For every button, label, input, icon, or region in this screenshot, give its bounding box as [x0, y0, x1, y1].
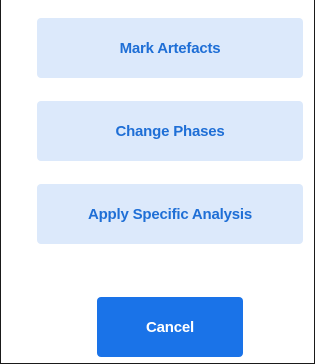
action-menu-panel: Mark Artefacts Change Phases Apply Speci…	[0, 0, 315, 364]
apply-specific-analysis-button[interactable]: Apply Specific Analysis	[37, 184, 303, 244]
cancel-button[interactable]: Cancel	[97, 297, 243, 357]
mark-artefacts-button[interactable]: Mark Artefacts	[37, 18, 303, 78]
change-phases-button[interactable]: Change Phases	[37, 101, 303, 161]
